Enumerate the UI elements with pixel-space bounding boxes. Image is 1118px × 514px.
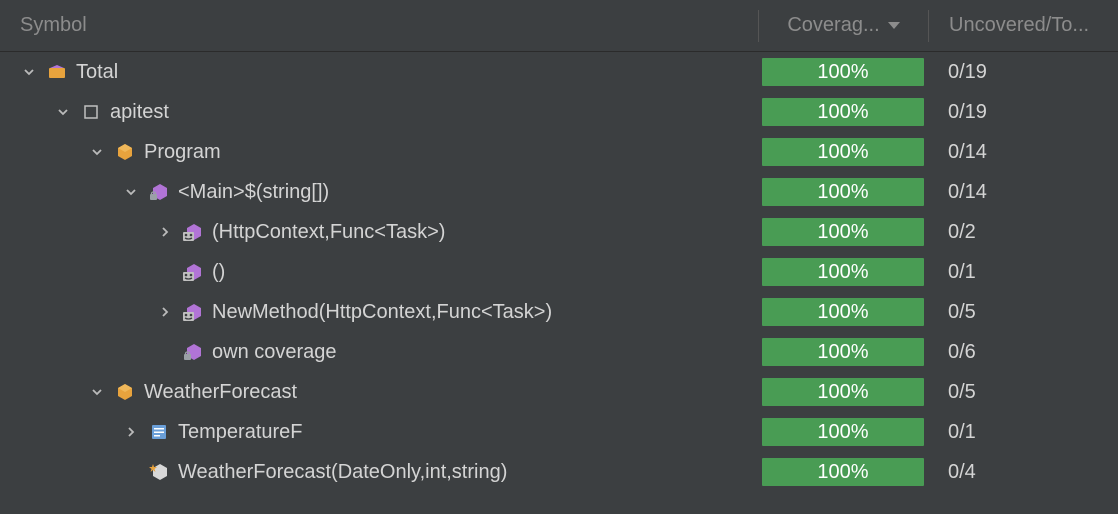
coverage-bar: 100% bbox=[762, 178, 924, 206]
coverage-bar: 100% bbox=[762, 218, 924, 246]
row-coverage-cell: 100% bbox=[758, 258, 928, 286]
row-uncovered-cell: 0/6 bbox=[928, 341, 1118, 364]
coverage-bar: 100% bbox=[762, 458, 924, 486]
chevron-down-icon[interactable] bbox=[122, 183, 140, 201]
row-symbol-cell: apitest bbox=[0, 101, 758, 124]
tree-row[interactable]: Program 100%0/14 bbox=[0, 132, 1118, 172]
row-uncovered-cell: 0/19 bbox=[928, 101, 1118, 124]
row-symbol-cell: (HttpContext,Func<Task>) bbox=[0, 221, 758, 244]
row-uncovered-cell: 0/19 bbox=[928, 61, 1118, 84]
coverage-bar: 100% bbox=[762, 58, 924, 86]
row-coverage-cell: 100% bbox=[758, 58, 928, 86]
row-uncovered-cell: 0/1 bbox=[928, 261, 1118, 284]
coverage-bar: 100% bbox=[762, 418, 924, 446]
chevron-placeholder bbox=[156, 263, 174, 281]
tree-row[interactable]: NewMethod(HttpContext,Func<Task>) 100%0/5 bbox=[0, 292, 1118, 332]
chevron-placeholder bbox=[156, 343, 174, 361]
header-coverage[interactable]: Coverag... bbox=[758, 10, 928, 42]
property-icon bbox=[148, 421, 170, 443]
lambda-icon bbox=[182, 301, 204, 323]
coverage-bar: 100% bbox=[762, 258, 924, 286]
row-label: Total bbox=[76, 61, 118, 84]
tree-row[interactable]: <Main>$(string[]) 100%0/14 bbox=[0, 172, 1118, 212]
chevron-right-icon[interactable] bbox=[122, 423, 140, 441]
coverage-bar: 100% bbox=[762, 98, 924, 126]
row-uncovered-cell: 0/5 bbox=[928, 381, 1118, 404]
chevron-right-icon[interactable] bbox=[156, 223, 174, 241]
class-icon bbox=[114, 381, 136, 403]
tree-row[interactable]: Total 100%0/19 bbox=[0, 52, 1118, 92]
chevron-right-icon[interactable] bbox=[156, 303, 174, 321]
tree-row[interactable]: WeatherForecast(DateOnly,int,string) 100%… bbox=[0, 452, 1118, 492]
row-uncovered-cell: 0/1 bbox=[928, 421, 1118, 444]
folder-icon bbox=[46, 61, 68, 83]
row-symbol-cell: <Main>$(string[]) bbox=[0, 181, 758, 204]
row-symbol-cell: WeatherForecast(DateOnly,int,string) bbox=[0, 461, 758, 484]
row-coverage-cell: 100% bbox=[758, 98, 928, 126]
coverage-bar: 100% bbox=[762, 338, 924, 366]
chevron-down-icon[interactable] bbox=[54, 103, 72, 121]
chevron-down-icon[interactable] bbox=[20, 63, 38, 81]
row-coverage-cell: 100% bbox=[758, 458, 928, 486]
tree-row[interactable]: TemperatureF 100%0/1 bbox=[0, 412, 1118, 452]
module-icon bbox=[80, 101, 102, 123]
row-coverage-cell: 100% bbox=[758, 178, 928, 206]
sort-descending-icon bbox=[888, 22, 900, 29]
tree-row[interactable]: WeatherForecast 100%0/5 bbox=[0, 372, 1118, 412]
row-label: Program bbox=[144, 141, 221, 164]
chevron-down-icon[interactable] bbox=[88, 143, 106, 161]
row-uncovered-cell: 0/14 bbox=[928, 141, 1118, 164]
row-coverage-cell: 100% bbox=[758, 418, 928, 446]
row-uncovered-cell: 0/5 bbox=[928, 301, 1118, 324]
row-label: <Main>$(string[]) bbox=[178, 181, 329, 204]
tree-row[interactable]: (HttpContext,Func<Task>) 100%0/2 bbox=[0, 212, 1118, 252]
header-symbol[interactable]: Symbol bbox=[0, 14, 758, 37]
lambda-icon bbox=[182, 221, 204, 243]
row-coverage-cell: 100% bbox=[758, 378, 928, 406]
row-symbol-cell: () bbox=[0, 261, 758, 284]
chevron-placeholder bbox=[122, 463, 140, 481]
header-uncovered[interactable]: Uncovered/To... bbox=[928, 10, 1118, 42]
row-uncovered-cell: 0/14 bbox=[928, 181, 1118, 204]
method-lock-icon bbox=[182, 341, 204, 363]
tree-row[interactable]: () 100%0/1 bbox=[0, 252, 1118, 292]
chevron-down-icon[interactable] bbox=[88, 383, 106, 401]
tree-row[interactable]: own coverage 100%0/6 bbox=[0, 332, 1118, 372]
header-coverage-label: Coverag... bbox=[787, 14, 879, 37]
coverage-bar: 100% bbox=[762, 298, 924, 326]
row-label: own coverage bbox=[212, 341, 337, 364]
row-label: () bbox=[212, 261, 225, 284]
method-star-icon bbox=[148, 461, 170, 483]
row-symbol-cell: own coverage bbox=[0, 341, 758, 364]
row-symbol-cell: NewMethod(HttpContext,Func<Task>) bbox=[0, 301, 758, 324]
row-symbol-cell: Total bbox=[0, 61, 758, 84]
row-symbol-cell: Program bbox=[0, 141, 758, 164]
row-coverage-cell: 100% bbox=[758, 218, 928, 246]
row-coverage-cell: 100% bbox=[758, 138, 928, 166]
row-coverage-cell: 100% bbox=[758, 338, 928, 366]
lambda-icon bbox=[182, 261, 204, 283]
coverage-bar: 100% bbox=[762, 138, 924, 166]
coverage-bar: 100% bbox=[762, 378, 924, 406]
row-symbol-cell: WeatherForecast bbox=[0, 381, 758, 404]
row-coverage-cell: 100% bbox=[758, 298, 928, 326]
row-label: NewMethod(HttpContext,Func<Task>) bbox=[212, 301, 552, 324]
row-label: TemperatureF bbox=[178, 421, 303, 444]
row-label: WeatherForecast(DateOnly,int,string) bbox=[178, 461, 507, 484]
class-icon bbox=[114, 141, 136, 163]
method-lock-icon bbox=[148, 181, 170, 203]
row-label: apitest bbox=[110, 101, 169, 124]
table-header: Symbol Coverag... Uncovered/To... bbox=[0, 0, 1118, 52]
row-label: (HttpContext,Func<Task>) bbox=[212, 221, 445, 244]
row-symbol-cell: TemperatureF bbox=[0, 421, 758, 444]
row-uncovered-cell: 0/2 bbox=[928, 221, 1118, 244]
row-label: WeatherForecast bbox=[144, 381, 297, 404]
tree-rows: Total100%0/19apitest100%0/19Program100%0… bbox=[0, 52, 1118, 492]
row-uncovered-cell: 0/4 bbox=[928, 461, 1118, 484]
tree-row[interactable]: apitest 100%0/19 bbox=[0, 92, 1118, 132]
